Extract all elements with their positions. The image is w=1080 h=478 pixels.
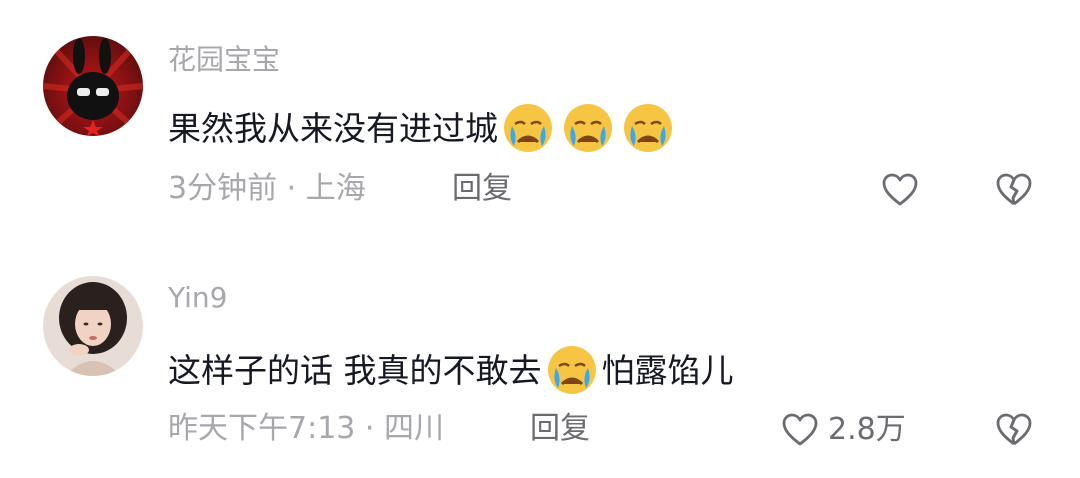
avatar[interactable] — [43, 276, 143, 376]
crying-emoji-icon — [564, 104, 612, 152]
username[interactable]: Yin9 — [168, 284, 227, 312]
crying-emoji-icon — [547, 346, 596, 394]
heart-icon — [782, 413, 818, 446]
like-button[interactable]: 2.8万 — [780, 410, 906, 450]
comment-text: 这样子的话 我真的不敢去 怕露馅儿 — [168, 344, 734, 396]
comment-text-part: 果然我从来没有进过城 — [168, 108, 498, 148]
username[interactable]: 花园宝宝 — [168, 46, 280, 74]
comment-item: 花园宝宝 果然我从来没有进过城 3分钟前 · 上海 回复 — [0, 36, 1080, 236]
comment-item: Yin9 这样子的话 我真的不敢去 怕露馅儿 昨天下午7:13 · 四川 回复 … — [0, 274, 1080, 474]
broken-heart-icon[interactable] — [994, 410, 1034, 450]
crying-emoji-icon — [504, 104, 552, 152]
comment-meta: 3分钟前 · 上海 — [168, 171, 366, 206]
like-button[interactable] — [880, 170, 920, 210]
comment-text: 果然我从来没有进过城 — [168, 102, 678, 154]
crying-emoji-icon — [624, 104, 672, 152]
comment-text-part: 怕露馅儿 — [601, 350, 734, 390]
comment-text-part: 这样子的话 我真的不敢去 — [168, 350, 542, 390]
avatar[interactable] — [43, 36, 143, 136]
comment-meta: 昨天下午7:13 · 四川 — [168, 411, 444, 446]
broken-heart-icon[interactable] — [994, 170, 1034, 210]
reply-button[interactable]: 回复 — [452, 174, 512, 204]
heart-icon — [882, 173, 918, 206]
reply-button[interactable]: 回复 — [530, 414, 590, 444]
like-count: 2.8万 — [828, 412, 906, 447]
